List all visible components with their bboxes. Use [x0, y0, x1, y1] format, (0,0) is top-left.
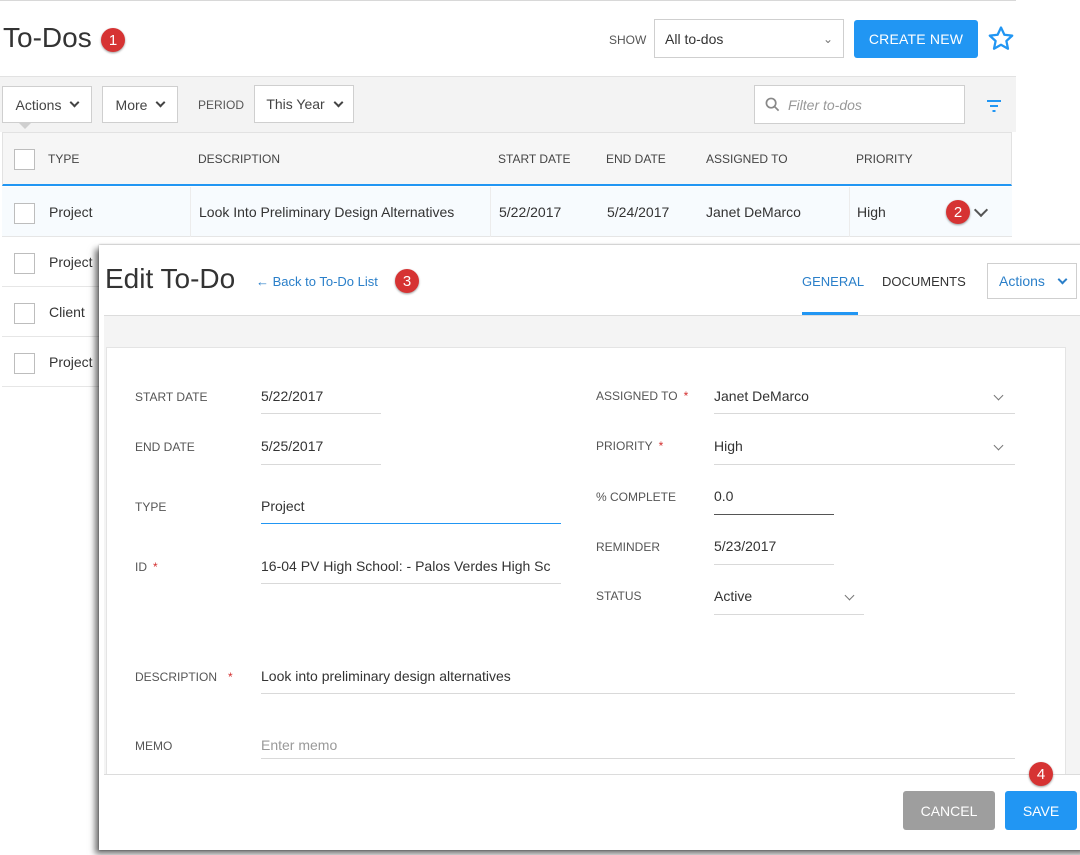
chevron-down-icon: ⌄ — [822, 31, 833, 46]
reminder-underline — [714, 564, 834, 565]
assigned-to-underline — [714, 413, 1015, 414]
filter-input[interactable]: Filter to-dos — [754, 85, 965, 124]
dialog-title: Edit To-Do — [105, 263, 236, 294]
column-divider — [490, 187, 491, 237]
step-badge-4: 4 — [1029, 762, 1053, 786]
assigned-to-label: ASSIGNED TO * — [596, 389, 689, 403]
chevron-down-icon — [333, 97, 344, 107]
row-type: Client — [49, 304, 85, 320]
actions-menu-label: Actions — [15, 96, 62, 113]
show-select-value: All to-dos — [665, 30, 724, 47]
top-divider — [0, 0, 1016, 1]
row-assigned-to: Janet DeMarco — [706, 204, 801, 220]
memo-underline — [261, 758, 1015, 759]
row-type: Project — [49, 354, 93, 370]
row-description: Look Into Preliminary Design Alternative… — [199, 204, 455, 220]
dialog-actions-dropdown[interactable]: Actions — [987, 263, 1077, 299]
step-badge-3: 3 — [395, 269, 419, 293]
chevron-down-icon — [1057, 274, 1068, 284]
id-underline — [261, 583, 561, 584]
percent-complete-field[interactable]: 0.0 — [714, 488, 733, 504]
page-title: To-Dos — [3, 22, 92, 53]
cancel-button[interactable]: CANCEL — [903, 791, 995, 830]
priority-label: PRIORITY * — [596, 439, 664, 453]
status-select[interactable]: Active — [714, 588, 752, 604]
show-select[interactable]: All to-dos ⌄ — [654, 19, 844, 58]
priority-underline — [714, 464, 1015, 465]
step-badge-2: 2 — [946, 200, 970, 224]
row-start-date: 5/22/2017 — [499, 204, 562, 220]
description-underline — [261, 693, 1015, 694]
back-to-list-link[interactable]: ← Back to To-Do List — [256, 274, 378, 289]
required-marker: * — [228, 670, 233, 684]
row-priority: High — [857, 204, 886, 220]
search-icon — [765, 97, 780, 112]
id-label: ID * — [135, 560, 158, 574]
step-badge-1: 1 — [101, 28, 125, 52]
dialog-footer-divider — [104, 774, 1080, 775]
assigned-to-select[interactable]: Janet DeMarco — [714, 388, 809, 404]
column-header-type[interactable]: TYPE — [48, 152, 79, 166]
active-tab-indicator — [802, 312, 858, 315]
row-checkbox[interactable] — [14, 303, 35, 324]
start-date-label: START DATE — [135, 390, 208, 404]
more-menu-button[interactable]: More — [102, 86, 178, 123]
column-divider — [849, 187, 850, 237]
show-label: SHOW — [609, 33, 647, 47]
required-marker: * — [153, 560, 158, 574]
end-date-label: END DATE — [135, 440, 195, 454]
end-date-underline — [261, 464, 381, 465]
save-button[interactable]: SAVE — [1005, 791, 1077, 830]
end-date-field[interactable]: 5/25/2017 — [261, 438, 323, 454]
status-underline — [714, 614, 864, 615]
period-label: PERIOD — [198, 98, 245, 112]
row-end-date: 5/24/2017 — [607, 204, 670, 220]
column-header-end-date[interactable]: END DATE — [606, 152, 666, 166]
chevron-down-icon — [156, 97, 166, 108]
more-menu-label: More — [115, 96, 148, 113]
filter-icon[interactable] — [986, 99, 1002, 113]
tab-general[interactable]: GENERAL — [802, 274, 864, 289]
row-type: Project — [49, 204, 93, 220]
column-header-start-date[interactable]: START DATE — [498, 152, 570, 166]
id-field[interactable]: 16-04 PV High School: - Palos Verdes Hig… — [261, 558, 561, 574]
row-checkbox[interactable] — [14, 203, 35, 224]
period-select-value: This Year — [266, 96, 325, 112]
column-header-assigned-to[interactable]: ASSIGNED TO — [706, 152, 788, 166]
start-date-field[interactable]: 5/22/2017 — [261, 388, 323, 404]
menu-pointer — [18, 122, 32, 129]
reminder-field[interactable]: 5/23/2017 — [714, 538, 776, 554]
period-select[interactable]: This Year — [254, 85, 354, 123]
column-header-description[interactable]: DESCRIPTION — [198, 152, 280, 166]
row-checkbox[interactable] — [14, 353, 35, 374]
status-label: STATUS — [596, 589, 642, 603]
priority-select[interactable]: High — [714, 438, 743, 454]
column-divider — [190, 187, 191, 237]
description-label: DESCRIPTION * — [135, 670, 233, 684]
start-date-underline — [261, 413, 381, 414]
memo-label: MEMO — [135, 739, 173, 753]
create-new-button[interactable]: CREATE NEW — [854, 20, 978, 58]
description-field[interactable]: Look into preliminary design alternative… — [261, 668, 511, 684]
percent-complete-label: % COMPLETE — [596, 490, 677, 504]
type-field[interactable]: Project — [261, 498, 305, 514]
dialog-actions-label: Actions — [999, 273, 1045, 289]
percent-complete-underline — [714, 514, 834, 515]
required-marker: * — [658, 439, 664, 453]
filter-placeholder: Filter to-dos — [788, 96, 862, 113]
column-header-priority[interactable]: PRIORITY — [856, 152, 913, 166]
chevron-down-icon — [70, 97, 80, 108]
select-all-checkbox[interactable] — [14, 149, 35, 170]
tab-documents[interactable]: DOCUMENTS — [882, 274, 966, 289]
required-marker: * — [683, 389, 689, 403]
star-icon[interactable] — [986, 24, 1016, 54]
row-checkbox[interactable] — [14, 253, 35, 274]
actions-menu-button[interactable]: Actions — [2, 86, 92, 123]
type-underline — [261, 523, 561, 524]
type-label: TYPE — [135, 500, 167, 514]
form-card — [106, 347, 1066, 774]
row-type: Project — [49, 254, 93, 270]
memo-field[interactable]: Enter memo — [261, 737, 337, 753]
reminder-label: REMINDER — [596, 540, 661, 554]
